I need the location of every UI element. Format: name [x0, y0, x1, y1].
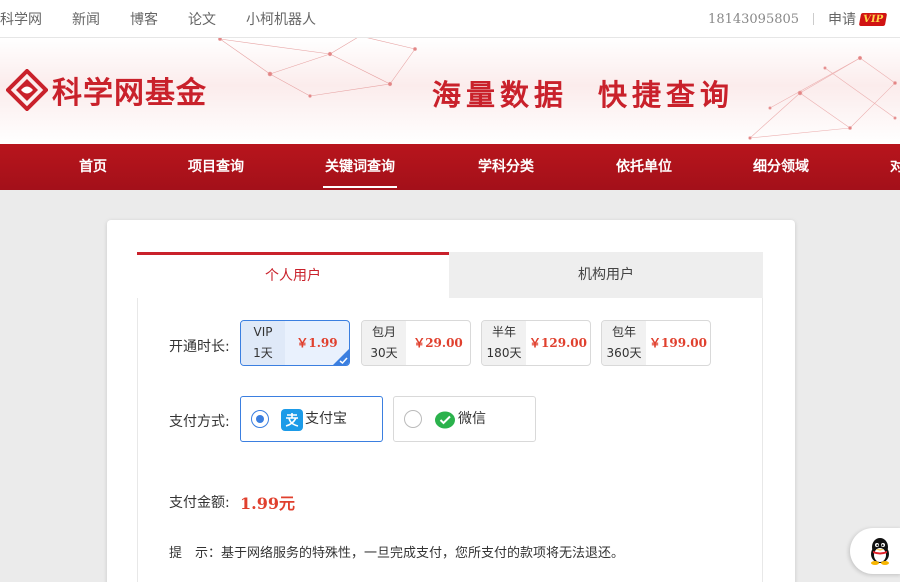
plan-period: 半年 180天 [482, 321, 526, 365]
plan-days: 360天 [606, 346, 642, 360]
top-right-area: 18143095805 申请 VIP [708, 0, 888, 38]
qq-support-button[interactable] [850, 528, 900, 574]
qq-penguin-icon [871, 538, 889, 565]
user-type-tabs: 个人用户 机构用户 [137, 252, 763, 298]
plan-vip-1day[interactable]: VIP 1天 ￥1.99 [240, 320, 350, 366]
plan-price: ￥129.00 [529, 336, 587, 350]
plan-type: 包年 [611, 325, 636, 339]
amount-value: 1.99元 [240, 494, 295, 513]
wechat-pay-icon [435, 411, 455, 429]
nav-discipline[interactable]: 学科分类 [478, 144, 534, 190]
tab-organization[interactable]: 机构用户 [449, 252, 763, 298]
apply-link[interactable]: 申请 [828, 9, 856, 29]
plan-period: VIP 1天 [241, 321, 285, 365]
banner-slogan: 海量数据 快捷查询 [432, 72, 734, 114]
plan-price: ￥199.00 [649, 336, 707, 350]
vip-badge[interactable]: VIP [858, 12, 888, 26]
payment-card: 个人用户 机构用户 开通时长: VIP 1天 ￥1.99 包月 30天 ￥29.… [107, 220, 795, 582]
plan-half-year[interactable]: 半年 180天 ￥129.00 [481, 320, 591, 366]
selected-check-icon [333, 349, 349, 365]
top-link-papers[interactable]: 论文 [188, 9, 216, 29]
nav-project-search[interactable]: 项目查询 [188, 144, 244, 190]
logo-emblem-icon [6, 69, 48, 111]
top-link-robot[interactable]: 小柯机器人 [246, 9, 316, 29]
divider [813, 13, 815, 25]
top-links: 科学网 新闻 博客 论文 小柯机器人 [0, 0, 346, 38]
nav-institution[interactable]: 依托单位 [616, 144, 672, 190]
plan-type: VIP [253, 325, 273, 339]
top-utility-bar: 科学网 新闻 博客 论文 小柯机器人 18143095805 申请 VIP [0, 0, 900, 38]
plan-days: 1天 [253, 346, 273, 360]
plan-days: 30天 [370, 346, 398, 360]
amount-label: 支付金额: [169, 495, 230, 511]
tab-personal[interactable]: 个人用户 [137, 252, 449, 298]
refund-notice: 提 示：基于网络服务的特殊性，一旦完成支付，您所支付的款项将无法退还。 [169, 546, 625, 561]
alipay-icon [281, 409, 303, 431]
main-nav: 首页 项目查询 关键词查询 学科分类 依托单位 细分领域 对 [0, 144, 900, 190]
network-decoration-left [218, 38, 417, 98]
plan-days: 180天 [486, 346, 522, 360]
plan-monthly[interactable]: 包月 30天 ￥29.00 [361, 320, 471, 366]
alipay-radio[interactable] [251, 410, 269, 428]
logo-text: 科学网基金 [52, 76, 207, 111]
network-decoration-right [748, 55, 897, 140]
nav-subfield[interactable]: 细分领域 [753, 144, 809, 190]
plan-type: 半年 [491, 325, 516, 339]
plan-yearly[interactable]: 包年 360天 ￥199.00 [601, 320, 711, 366]
plan-price: ￥29.00 [413, 336, 463, 350]
wechat-radio[interactable] [404, 410, 422, 428]
slogan-part-a: 海量数据 [432, 78, 569, 112]
nav-keyword-search[interactable]: 关键词查询 [323, 144, 397, 190]
nav-home[interactable]: 首页 [79, 144, 107, 190]
plan-period: 包月 30天 [362, 321, 406, 365]
user-phone[interactable]: 18143095805 [708, 12, 799, 27]
top-link-news[interactable]: 新闻 [72, 9, 100, 29]
top-link-sciencenet[interactable]: 科学网 [0, 9, 42, 29]
duration-label: 开通时长: [169, 339, 230, 355]
alipay-label: 支付宝 [305, 411, 347, 427]
alipay-option[interactable]: 支付宝 [240, 396, 383, 442]
wechat-label: 微信 [458, 411, 486, 427]
wechat-option[interactable]: 微信 [393, 396, 536, 442]
top-link-blog[interactable]: 博客 [130, 9, 158, 29]
site-logo[interactable]: 科学网基金 [6, 68, 207, 112]
plan-type: 包月 [371, 325, 396, 339]
plan-period: 包年 360天 [602, 321, 646, 365]
slogan-part-b: 快捷查询 [598, 78, 735, 112]
header-banner: 科学网基金 海量数据 快捷查询 [0, 38, 900, 144]
nav-more-truncated[interactable]: 对 [890, 144, 900, 190]
payment-method-label: 支付方式: [169, 414, 230, 430]
